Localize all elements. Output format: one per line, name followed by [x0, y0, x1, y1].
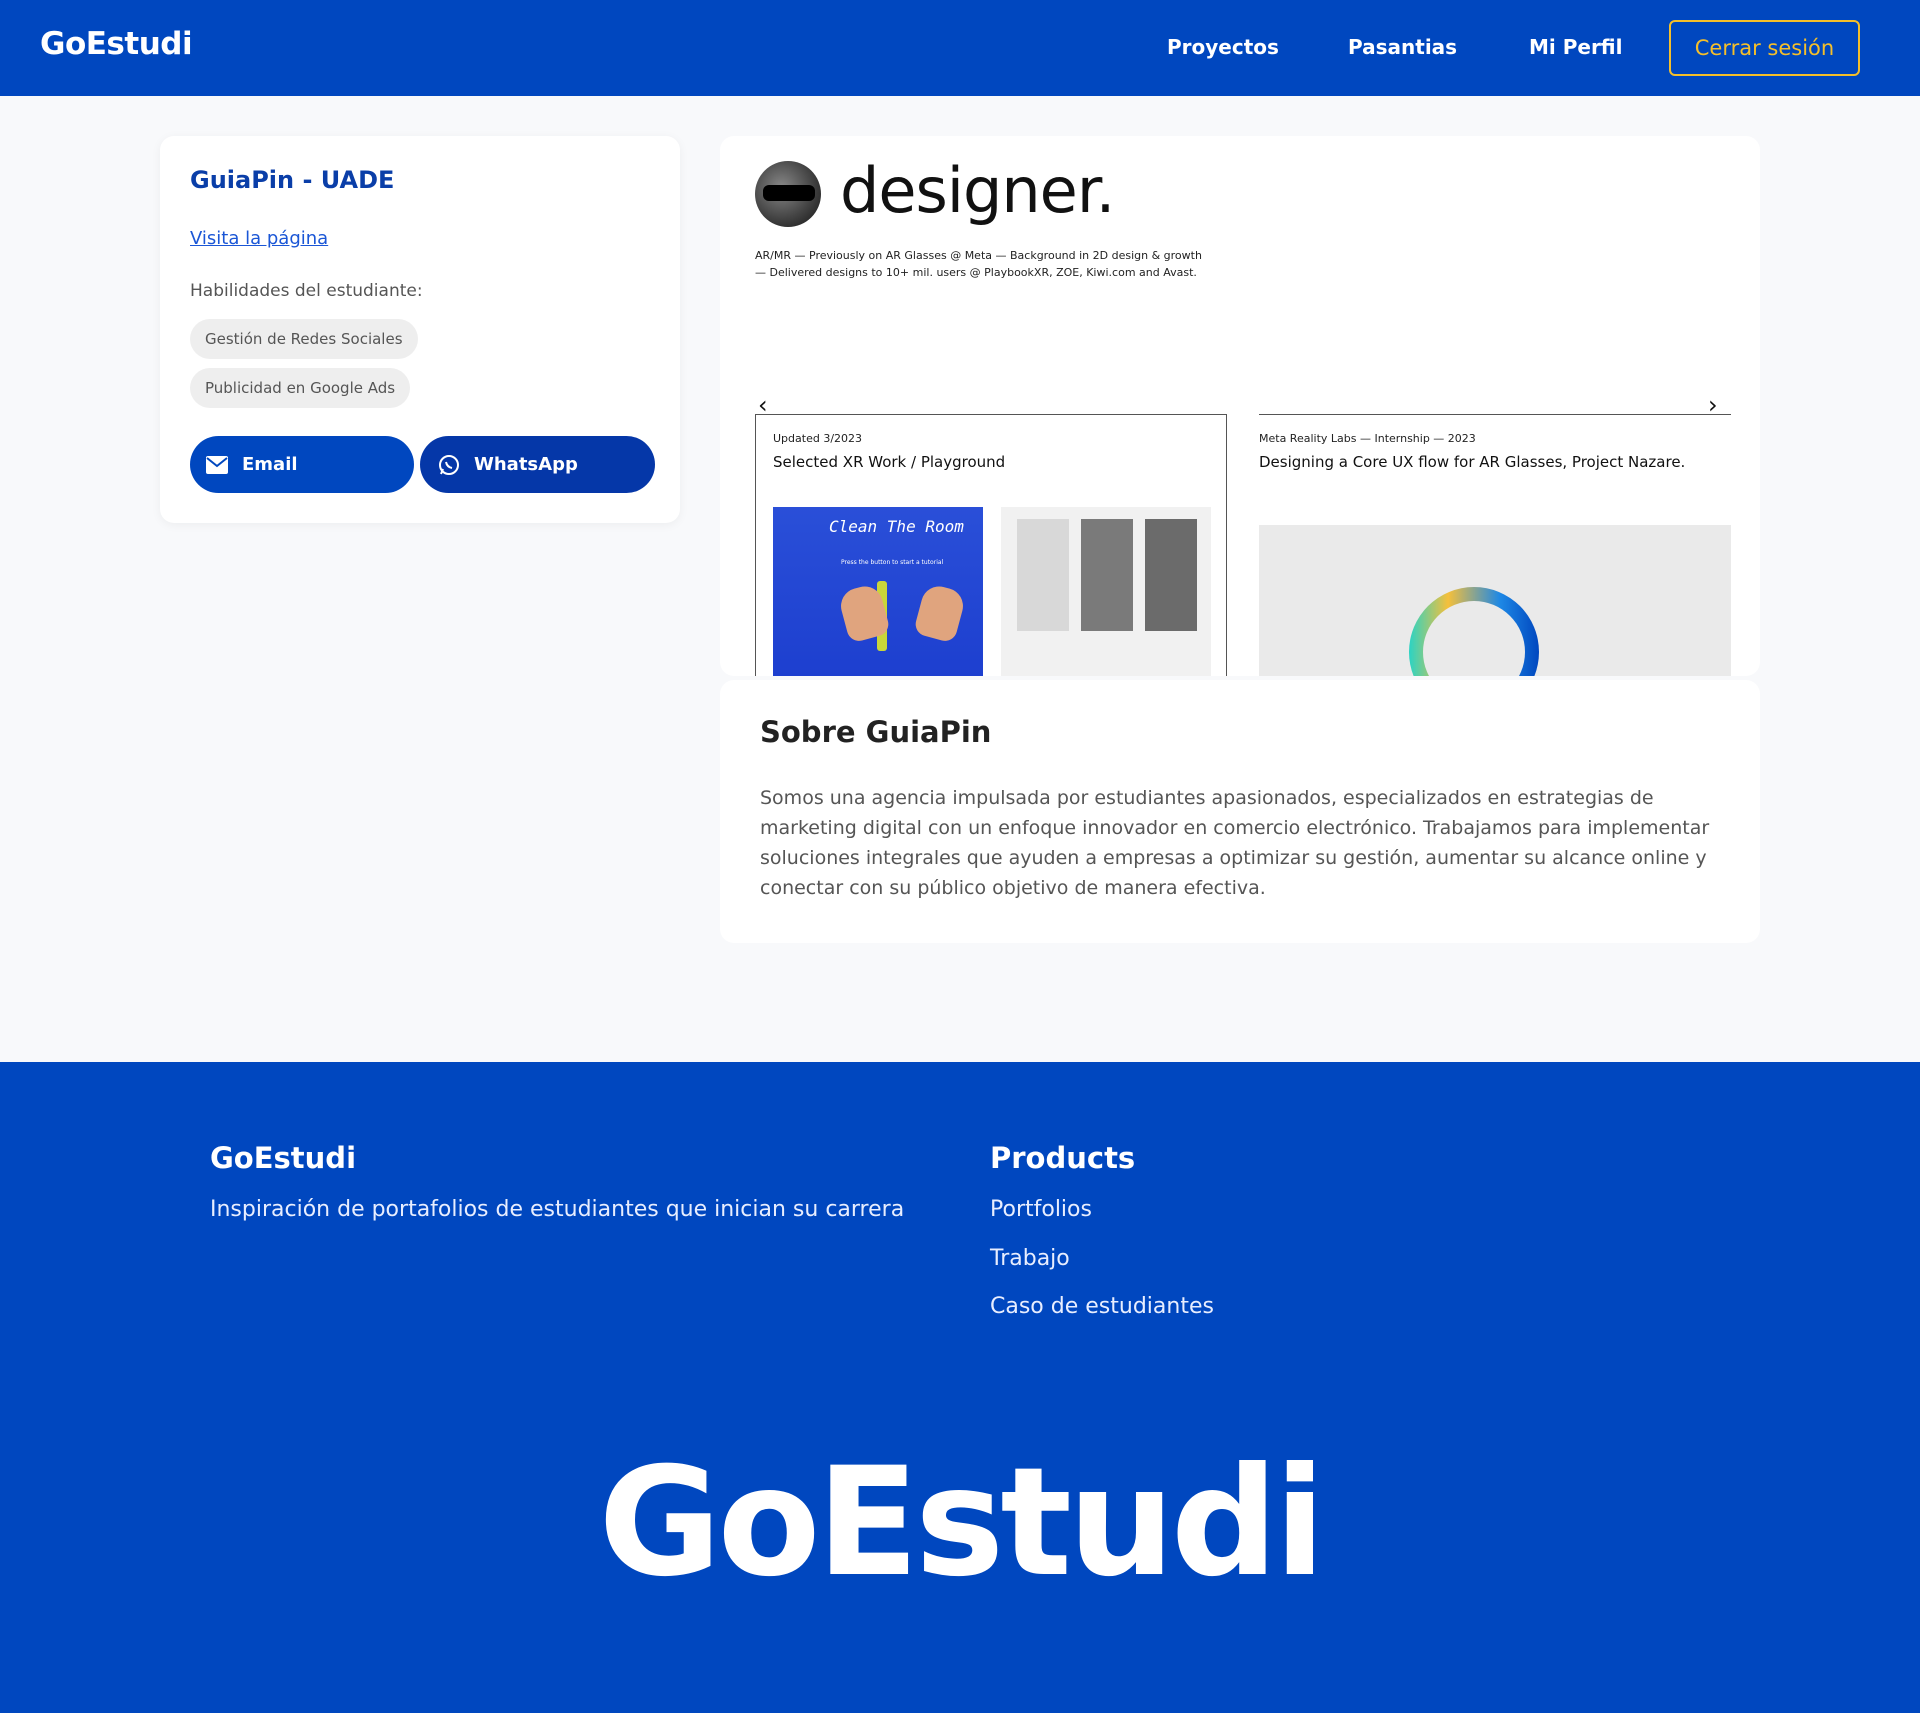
footer-link-trabajo[interactable]: Trabajo [990, 1246, 1070, 1271]
nav-mi-perfil[interactable]: Mi Perfil [1529, 35, 1623, 59]
project-thumbnail-strip [1001, 507, 1211, 676]
nav-proyectos[interactable]: Proyectos [1167, 35, 1279, 59]
project-title: Designing a Core UX flow for AR Glasses,… [1259, 453, 1686, 471]
thumbnail-caption: Clean The Room [829, 517, 964, 536]
visit-page-link[interactable]: Visita la página [190, 228, 328, 249]
about-title: Sobre GuiaPin [760, 715, 992, 749]
project-meta: Meta Reality Labs — Internship — 2023 [1259, 432, 1476, 445]
meta-logo-icon [1409, 587, 1539, 676]
preview-headline: designer. [840, 154, 1115, 227]
thumbnail-photo [1081, 519, 1133, 631]
project-title: Selected XR Work / Playground [773, 453, 1006, 471]
logout-button[interactable]: Cerrar sesión [1669, 20, 1860, 76]
designer-avatar [755, 161, 821, 227]
brand-logo[interactable]: GoEstudi [40, 26, 193, 62]
preview-blurb: AR/MR — Previously on AR Glasses @ Meta … [755, 249, 1202, 279]
footer-link-portfolios[interactable]: Portfolios [990, 1197, 1092, 1222]
nav-pasantias[interactable]: Pasantias [1348, 35, 1457, 59]
email-button-label: Email [242, 454, 298, 475]
footer-brand: GoEstudi [210, 1141, 357, 1175]
project-card[interactable]: Meta Reality Labs — Internship — 2023 De… [1259, 414, 1731, 676]
thumbnail-photo [1145, 519, 1197, 631]
skills-label: Habilidades del estudiante: [190, 281, 423, 301]
portfolio-preview[interactable]: designer. AR/MR — Previously on AR Glass… [720, 136, 1760, 676]
footer-big-brand: GoEstudi [598, 1436, 1325, 1610]
footer-tagline: Inspiración de portafolios de estudiante… [210, 1197, 905, 1222]
skill-chip: Gestión de Redes Sociales [190, 319, 418, 359]
top-navbar: GoEstudi Proyectos Pasantias Mi Perfil C… [0, 0, 1920, 96]
thumbnail-phone-screen [1017, 519, 1069, 631]
profile-card: GuiaPin - UADE Visita la página Habilida… [160, 136, 680, 523]
footer: GoEstudi Inspiración de portafolios de e… [0, 1062, 1920, 1713]
profile-title: GuiaPin - UADE [190, 166, 395, 194]
glasses-shape [763, 185, 815, 201]
project-card[interactable]: Updated 3/2023 Selected XR Work / Playgr… [755, 414, 1227, 676]
footer-products-title: Products [990, 1141, 1136, 1175]
whatsapp-button[interactable]: WhatsApp [420, 436, 655, 493]
skill-chip: Publicidad en Google Ads [190, 368, 411, 408]
envelope-icon [204, 452, 230, 478]
project-thumbnail-meta [1259, 525, 1731, 676]
email-button[interactable]: Email [190, 436, 414, 493]
footer-link-casos[interactable]: Caso de estudiantes [990, 1294, 1214, 1319]
project-thumbnail-room: Clean The Room Press the button to start… [773, 507, 983, 676]
project-meta: Updated 3/2023 [773, 432, 863, 445]
about-card: Sobre GuiaPin Somos una agencia impulsad… [720, 680, 1760, 943]
whatsapp-button-label: WhatsApp [474, 454, 578, 475]
about-text: Somos una agencia impulsada por estudian… [760, 787, 1710, 899]
hand-shape [912, 582, 968, 644]
whatsapp-icon [436, 452, 462, 478]
thumbnail-subcaption: Press the button to start a tutorial [841, 559, 944, 566]
